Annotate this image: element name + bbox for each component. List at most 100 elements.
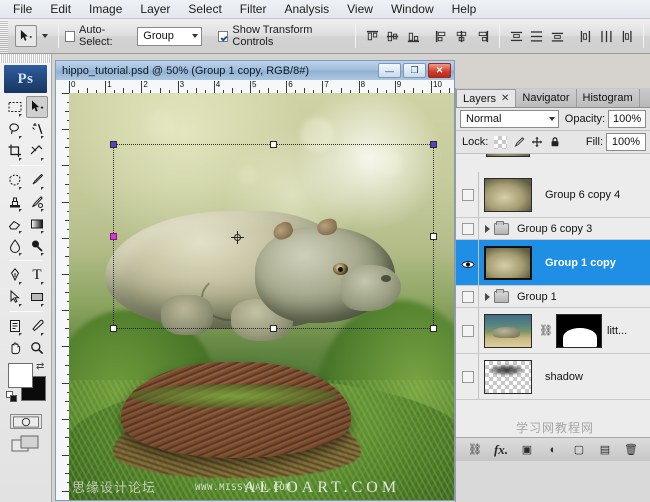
active-tool-preset[interactable] — [11, 25, 52, 47]
tab-navigator[interactable]: Navigator — [516, 89, 576, 107]
move-tool-icon[interactable] — [26, 96, 48, 118]
menu-item-image[interactable]: Image — [80, 1, 131, 18]
menu-item-layer[interactable]: Layer — [131, 1, 179, 18]
auto-select-checkbox[interactable] — [65, 31, 75, 42]
layer-name[interactable]: shadow — [545, 371, 583, 383]
dodge-tool-icon[interactable] — [26, 235, 48, 257]
history-brush-tool-icon[interactable] — [26, 191, 48, 213]
layer-thumbnail-cell[interactable] — [479, 360, 537, 394]
brush-tool-icon[interactable] — [26, 169, 48, 191]
image-canvas[interactable]: 思缘设计论坛 WWW.MISSYUAN.COM ALFOART.COM — [69, 93, 454, 500]
patch-tool-icon[interactable] — [4, 169, 26, 191]
horizontal-ruler[interactable]: 012345678910 — [55, 80, 455, 93]
distribute-right-edges-icon[interactable] — [617, 26, 636, 47]
tab-histogram[interactable]: Histogram — [577, 89, 640, 107]
eyedropper-tool-icon[interactable] — [26, 315, 48, 337]
table-row[interactable]: Group 6 copy 4 — [456, 172, 650, 218]
eraser-tool-icon[interactable] — [4, 213, 26, 235]
layer-name[interactable]: Group 1 — [517, 291, 557, 303]
table-row[interactable]: Group 6 copy 3 — [456, 218, 650, 240]
blend-mode-dropdown[interactable]: Normal — [460, 110, 559, 128]
distribute-top-edges-icon[interactable] — [507, 26, 526, 47]
distribute-bottom-edges-icon[interactable] — [548, 26, 567, 47]
tab-layers[interactable]: Layers ✕ — [456, 89, 516, 107]
layer-visibility-toggle[interactable] — [458, 257, 478, 268]
menu-item-view[interactable]: View — [338, 1, 382, 18]
transform-handle-top-center[interactable] — [270, 141, 277, 148]
layer-list[interactable]: Group 6 copy 5 Group 6 copy 4 Group 6 co… — [456, 154, 650, 437]
zoom-tool-icon[interactable] — [26, 337, 48, 359]
magic-wand-tool-icon[interactable] — [26, 118, 48, 140]
vertical-ruler[interactable] — [56, 93, 69, 500]
rectangle-tool-icon[interactable] — [26, 286, 48, 308]
auto-select-dropdown[interactable]: Group — [137, 27, 202, 46]
lock-image-pixels-icon[interactable] — [512, 136, 525, 149]
layer-name[interactable]: litt... — [607, 325, 627, 337]
align-left-edges-icon[interactable] — [432, 26, 451, 47]
layer-thumbnail-cell[interactable] — [479, 178, 537, 212]
swap-colors-icon[interactable]: ⇄ — [36, 361, 44, 372]
lasso-tool-icon[interactable] — [4, 118, 26, 140]
delete-layer-button[interactable]: 🗑 — [623, 441, 640, 458]
transform-reference-point[interactable] — [231, 231, 244, 244]
hand-tool-icon[interactable] — [4, 337, 26, 359]
menu-item-select[interactable]: Select — [179, 1, 230, 18]
pen-tool-icon[interactable] — [4, 264, 26, 286]
layer-visibility-toggle[interactable] — [458, 189, 478, 201]
lock-transparent-pixels-icon[interactable] — [494, 136, 507, 149]
add-layer-mask-button[interactable]: ▣ — [519, 441, 536, 458]
layer-name[interactable]: Group 1 copy — [545, 257, 616, 269]
menu-item-edit[interactable]: Edit — [41, 1, 80, 18]
lock-all-icon[interactable] — [548, 136, 561, 149]
table-row[interactable]: ⛓ litt... — [456, 308, 650, 354]
marquee-tool-icon[interactable] — [4, 96, 26, 118]
layer-visibility-toggle[interactable] — [458, 325, 478, 337]
distribute-left-edges-icon[interactable] — [576, 26, 595, 47]
options-bar-grip[interactable] — [0, 20, 8, 53]
layer-mask-thumbnail[interactable] — [556, 314, 602, 348]
align-horizontal-centers-icon[interactable] — [453, 26, 472, 47]
new-layer-button[interactable]: ▤ — [597, 441, 614, 458]
distribute-vertical-centers-icon[interactable] — [528, 26, 547, 47]
menu-item-analysis[interactable]: Analysis — [275, 1, 338, 18]
blur-tool-icon[interactable] — [4, 235, 26, 257]
document-title-bar[interactable]: hippo_tutorial.psd @ 50% (Group 1 copy, … — [55, 60, 455, 80]
expand-group-chevron-icon[interactable] — [485, 225, 490, 233]
lock-position-icon[interactable] — [530, 136, 543, 149]
menu-item-help[interactable]: Help — [443, 1, 486, 18]
type-tool-icon[interactable]: T — [26, 264, 48, 286]
layer-thumbnail-cell[interactable] — [479, 246, 537, 280]
link-layers-button[interactable]: ⛓ — [467, 441, 484, 458]
foreground-color-swatch[interactable] — [8, 363, 33, 388]
align-vertical-centers-icon[interactable] — [383, 26, 402, 47]
align-right-edges-icon[interactable] — [473, 26, 492, 47]
table-row[interactable]: shadow — [456, 354, 650, 400]
expand-group-chevron-icon[interactable] — [485, 293, 490, 301]
layer-name[interactable]: Group 6 copy 3 — [517, 223, 592, 235]
slice-tool-icon[interactable] — [26, 140, 48, 162]
show-transform-controls-checkbox[interactable] — [218, 31, 228, 42]
link-mask-icon[interactable]: ⛓ — [539, 324, 549, 337]
transform-handle-middle-right[interactable] — [430, 233, 437, 240]
path-selection-tool-icon[interactable] — [4, 286, 26, 308]
opacity-input[interactable]: 100% — [608, 110, 646, 128]
menu-item-window[interactable]: Window — [382, 1, 443, 18]
tool-preset-chevron-icon[interactable] — [42, 34, 48, 38]
layer-thumbnail-cell[interactable] — [479, 154, 537, 157]
close-icon[interactable]: ✕ — [501, 93, 509, 104]
layer-visibility-toggle[interactable] — [458, 371, 478, 383]
transform-handle-top-right[interactable] — [430, 141, 437, 148]
layer-name[interactable]: Group 6 copy 4 — [545, 189, 620, 201]
layer-visibility-toggle[interactable] — [458, 223, 478, 235]
transform-handle-bottom-center[interactable] — [270, 325, 277, 332]
layer-visibility-toggle[interactable] — [458, 291, 478, 303]
table-row[interactable]: Group 1 — [456, 286, 650, 308]
table-row[interactable]: Group 1 copy — [456, 240, 650, 286]
transform-handle-top-left[interactable] — [110, 141, 117, 148]
close-button[interactable]: ✕ — [428, 63, 451, 78]
default-colors-icon[interactable] — [6, 391, 17, 402]
layer-thumbnail-cell[interactable] — [479, 314, 537, 348]
crop-tool-icon[interactable] — [4, 140, 26, 162]
gradient-tool-icon[interactable] — [26, 213, 48, 235]
maximize-button[interactable]: ❐ — [403, 63, 426, 78]
